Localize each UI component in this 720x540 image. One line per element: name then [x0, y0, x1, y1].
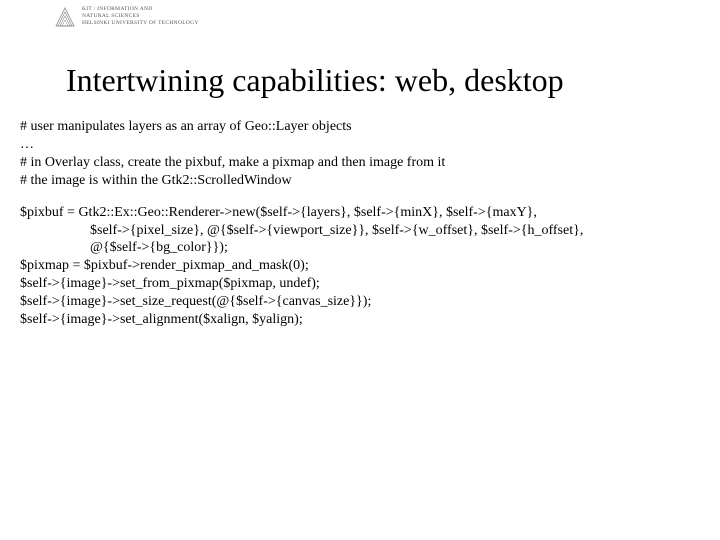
code-line: $self->{image}->set_size_request(@{$self… — [20, 293, 700, 311]
code-line: $pixmap = $pixbuf->render_pixmap_and_mas… — [20, 257, 700, 275]
code-line: $self->{image}->set_from_pixmap($pixmap,… — [20, 275, 700, 293]
code-line: $pixbuf = Gtk2::Ex::Geo::Renderer->new($… — [20, 204, 700, 222]
header-logo-block: KIT / INFORMATION AND NATURAL SCIENCES H… — [54, 6, 199, 35]
code-line: $self->{pixel_size}, @{$self->{viewport_… — [20, 222, 700, 240]
code-line: $self->{image}->set_alignment($xalign, $… — [20, 311, 700, 329]
slide: KIT / INFORMATION AND NATURAL SCIENCES H… — [0, 0, 720, 540]
comment-line: # in Overlay class, create the pixbuf, m… — [20, 154, 700, 172]
comment-line: # user manipulates layers as an array of… — [20, 118, 700, 136]
slide-body: # user manipulates layers as an array of… — [20, 118, 700, 329]
affil-line: NATURAL SCIENCES — [82, 13, 199, 20]
slide-title: Intertwining capabilities: web, desktop — [66, 62, 564, 99]
comment-line: # the image is within the Gtk2::Scrolled… — [20, 172, 700, 190]
code-line: @{$self->{bg_color}}); — [20, 239, 700, 257]
affil-line: KIT / INFORMATION AND — [82, 6, 199, 13]
affil-line: HELSINKI UNIVERSITY OF TECHNOLOGY — [82, 20, 199, 27]
comment-line: … — [20, 136, 700, 154]
logo-icon — [54, 6, 76, 35]
affiliation-text: KIT / INFORMATION AND NATURAL SCIENCES H… — [82, 6, 199, 27]
